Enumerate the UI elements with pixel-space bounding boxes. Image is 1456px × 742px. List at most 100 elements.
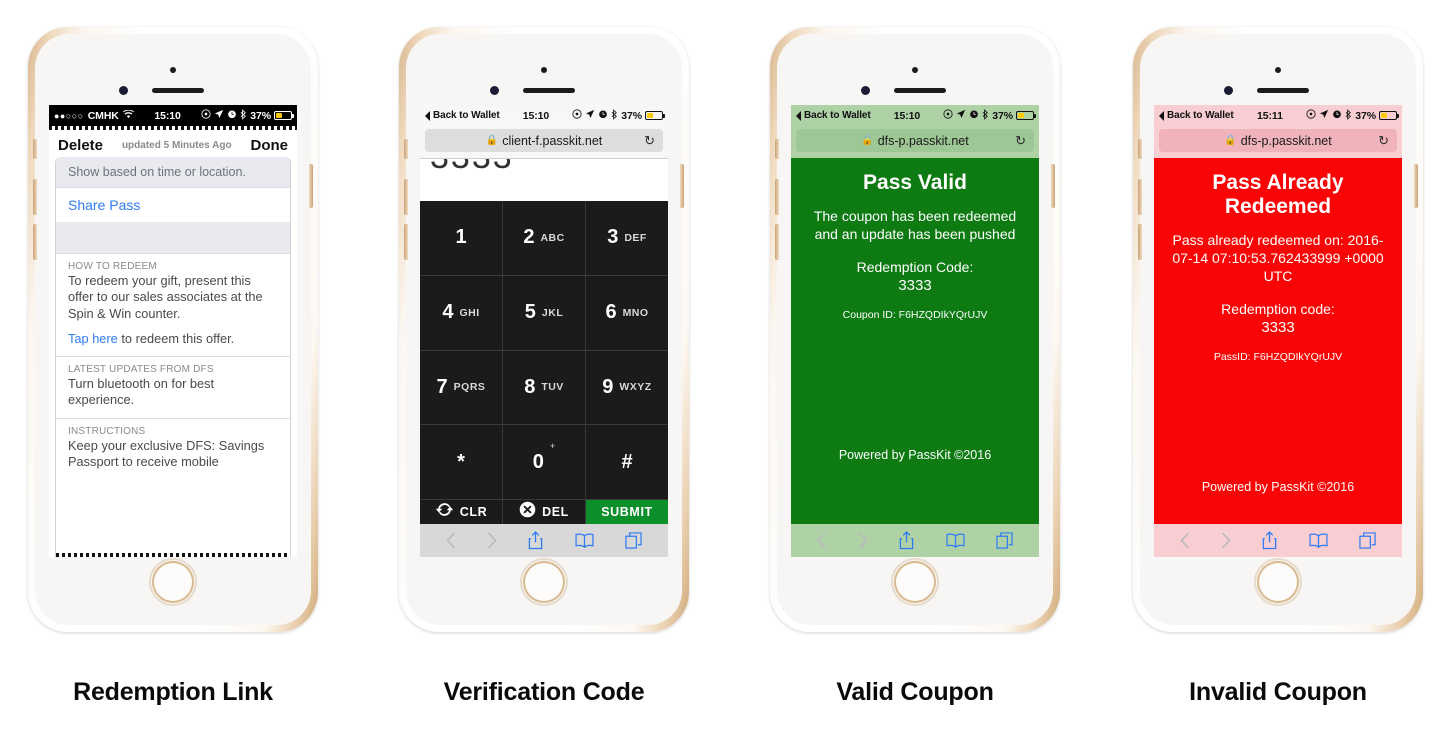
figure-canvas: ●●○○○ CMHK 15:10 37% Delete updated 5 Mi… — [0, 0, 1456, 742]
volume-up-button[interactable] — [33, 179, 37, 215]
key-letters: TUV — [541, 381, 564, 394]
safari-bottom-toolbar — [420, 524, 668, 557]
back-to-wallet-button[interactable]: Back to Wallet — [796, 110, 871, 121]
clock-label: 15:10 — [522, 109, 550, 122]
earpiece-speaker — [152, 88, 204, 93]
front-camera-icon — [170, 67, 176, 73]
keypad-key-star[interactable]: * — [420, 425, 502, 499]
key-letters: JKL — [541, 306, 564, 319]
share-icon[interactable] — [1262, 531, 1277, 550]
proximity-sensor-icon — [119, 86, 128, 95]
keypad-key-3[interactable]: 3 DEF — [586, 201, 668, 275]
back-nav-icon[interactable] — [446, 532, 456, 549]
close-circle-icon — [519, 501, 536, 523]
pass-id-label: PassID: F6HZQDIkYQrUJV — [1213, 351, 1343, 364]
back-to-wallet-button[interactable]: Back to Wallet — [1159, 110, 1234, 121]
back-nav-icon[interactable] — [817, 532, 827, 549]
caption-verification-code: Verification Code — [443, 678, 645, 706]
redemption-code-value: 3333 — [898, 276, 932, 294]
back-nav-icon[interactable] — [1180, 532, 1190, 549]
silent-switch[interactable] — [404, 139, 408, 159]
refresh-icon — [435, 500, 454, 524]
rotation-lock-icon — [572, 109, 582, 122]
rotation-lock-icon — [201, 109, 211, 122]
location-arrow-icon — [1319, 109, 1329, 122]
reload-icon[interactable]: ↻ — [1015, 133, 1026, 149]
status-bar: ●●○○○ CMHK 15:10 37% — [49, 105, 297, 126]
silent-switch[interactable] — [1138, 139, 1142, 159]
section-latest-updates: LATEST UPDATES FROM DFS Turn bluetooth o… — [56, 356, 290, 418]
key-number: 2 — [523, 226, 535, 249]
address-bar[interactable]: 🔒 dfs-p.passkit.net ↻ — [1159, 129, 1397, 152]
reload-icon[interactable]: ↻ — [1378, 133, 1389, 149]
forward-nav-icon[interactable] — [858, 532, 868, 549]
volume-up-button[interactable] — [404, 179, 408, 215]
share-icon[interactable] — [899, 531, 914, 550]
delete-button[interactable]: DEL — [503, 500, 585, 524]
powered-by-label: Powered by PassKit ©2016 — [1201, 480, 1355, 494]
keypad-key-5[interactable]: 5 JKL — [503, 275, 585, 350]
home-button[interactable] — [1255, 559, 1301, 605]
submit-button[interactable]: SUBMIT — [586, 500, 668, 524]
back-chevron-icon — [796, 110, 801, 121]
alarm-clock-icon — [227, 109, 237, 122]
silent-switch[interactable] — [33, 139, 37, 159]
share-pass-button[interactable]: Share Pass — [56, 187, 290, 222]
keypad-key-4[interactable]: 4 GHI — [420, 275, 502, 350]
home-button[interactable] — [892, 559, 938, 605]
bookmarks-icon[interactable] — [946, 533, 965, 548]
keypad-key-6[interactable]: 6 MNO — [586, 275, 668, 350]
battery-icon — [645, 111, 665, 120]
done-button[interactable]: Done — [250, 137, 288, 154]
share-icon[interactable] — [528, 531, 543, 550]
earpiece-speaker — [1257, 88, 1309, 93]
keypad-key-7[interactable]: 7 PQRS — [420, 350, 502, 425]
keypad-key-0[interactable]: 0 + — [503, 425, 585, 499]
tabs-icon[interactable] — [625, 532, 642, 549]
section-gap — [56, 222, 290, 253]
home-button[interactable] — [150, 559, 196, 605]
power-button[interactable] — [309, 164, 313, 208]
tabs-icon[interactable] — [996, 532, 1013, 549]
volume-down-button[interactable] — [775, 224, 779, 260]
delete-button[interactable]: Delete — [58, 137, 103, 154]
keypad-key-1[interactable]: 1 — [420, 201, 502, 275]
power-button[interactable] — [1051, 164, 1055, 208]
section-how-to-redeem: HOW TO REDEEM To redeem your gift, prese… — [56, 253, 290, 356]
power-button[interactable] — [680, 164, 684, 208]
key-letters: DEF — [624, 231, 647, 244]
tabs-icon[interactable] — [1359, 532, 1376, 549]
keypad-key-hash[interactable]: # — [586, 425, 668, 499]
clear-button[interactable]: CLR — [420, 500, 502, 524]
tap-here-link[interactable]: Tap here — [68, 331, 118, 346]
power-button[interactable] — [1414, 164, 1418, 208]
delete-label: DEL — [542, 505, 569, 519]
coupon-id-label: Coupon ID: F6HZQDIkYQrUJV — [842, 309, 988, 322]
keypad-key-8[interactable]: 8 TUV — [503, 350, 585, 425]
back-to-wallet-button[interactable]: Back to Wallet — [425, 110, 500, 121]
volume-up-button[interactable] — [775, 179, 779, 215]
forward-nav-icon[interactable] — [1221, 532, 1231, 549]
address-bar[interactable]: 🔒 client-f.passkit.net ↻ — [425, 129, 663, 152]
reload-icon[interactable]: ↻ — [644, 133, 655, 149]
section-title: LATEST UPDATES FROM DFS — [68, 364, 214, 375]
section-instructions: INSTRUCTIONS Keep your exclusive DFS: Sa… — [56, 417, 290, 479]
earpiece-speaker — [894, 88, 946, 93]
volume-up-button[interactable] — [1138, 179, 1142, 215]
volume-down-button[interactable] — [1138, 224, 1142, 260]
volume-down-button[interactable] — [404, 224, 408, 260]
earpiece-speaker — [523, 88, 575, 93]
bookmarks-icon[interactable] — [1309, 533, 1328, 548]
address-bar[interactable]: 🔒 dfs-p.passkit.net ↻ — [796, 129, 1034, 152]
volume-down-button[interactable] — [33, 224, 37, 260]
keypad-key-9[interactable]: 9 WXYZ — [586, 350, 668, 425]
bookmarks-icon[interactable] — [575, 533, 594, 548]
forward-nav-icon[interactable] — [487, 532, 497, 549]
silent-switch[interactable] — [775, 139, 779, 159]
back-to-wallet-label: Back to Wallet — [1167, 110, 1234, 121]
back-chevron-icon — [425, 110, 430, 121]
home-button[interactable] — [521, 559, 567, 605]
keypad-key-2[interactable]: 2 ABC — [503, 201, 585, 275]
status-bar: Back to Wallet 15:11 37% — [1154, 105, 1402, 126]
url-label: client-f.passkit.net — [502, 133, 603, 148]
